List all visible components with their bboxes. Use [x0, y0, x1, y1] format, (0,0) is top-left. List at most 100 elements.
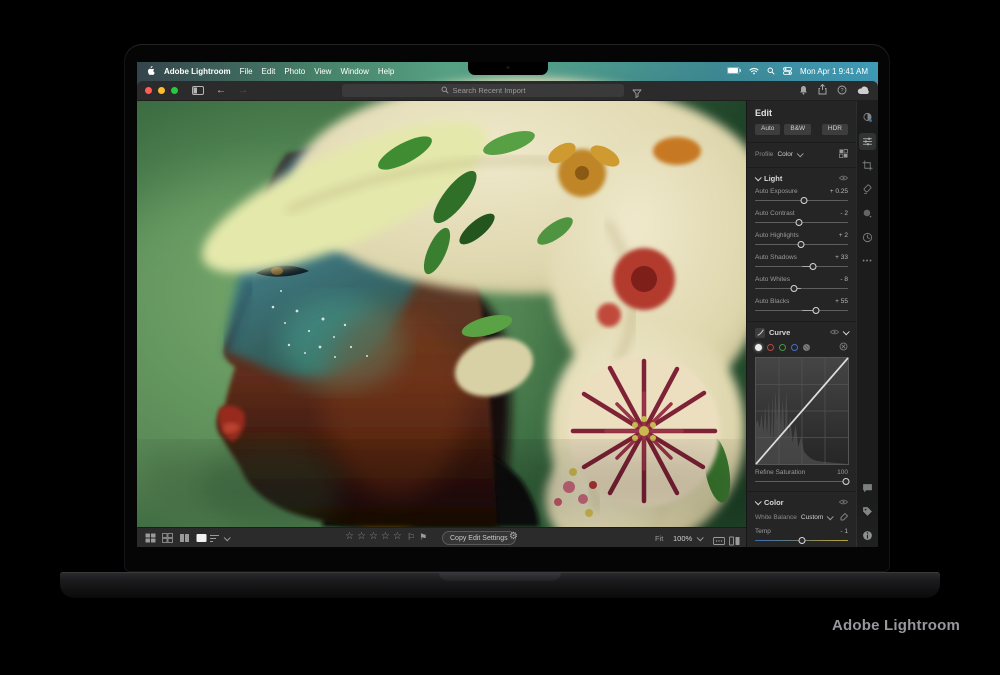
channel-blue-button[interactable] [791, 344, 798, 351]
slider-value: + 2 [839, 232, 848, 239]
edit-settings-gear-icon[interactable]: ⚙ [509, 531, 518, 542]
view-compare-icon[interactable] [179, 533, 190, 543]
view-photo-grid-icon[interactable] [145, 533, 156, 543]
grid-overlay-icon[interactable] [713, 533, 725, 547]
profile-chevron-icon[interactable] [797, 150, 804, 157]
profile-value-dropdown[interactable]: Color [777, 151, 793, 158]
bw-button[interactable]: B&W [784, 124, 811, 135]
curve-visibility-eye-icon[interactable] [830, 328, 839, 337]
filter-icon[interactable] [632, 85, 642, 103]
view-detail-icon[interactable] [196, 533, 207, 543]
auto-shadows-slider[interactable]: Auto Shadows+ 33 [755, 254, 848, 271]
fit-label[interactable]: Fit [655, 534, 663, 543]
control-center-icon[interactable] [783, 67, 792, 77]
pick-flag-icon[interactable]: ⚐ [407, 532, 419, 542]
slider-value: + 55 [835, 298, 848, 305]
reject-flag-icon[interactable]: ⚑ [419, 532, 431, 542]
star-icon[interactable]: ☆ [369, 531, 381, 542]
star-icon[interactable]: ☆ [393, 531, 405, 542]
auto-highlights-slider[interactable]: Auto Highlights+ 2 [755, 232, 848, 249]
traffic-light-minimize[interactable] [158, 87, 165, 94]
refine-saturation-slider[interactable] [755, 477, 848, 486]
apple-logo-icon[interactable] [147, 66, 155, 77]
back-button[interactable]: ← [216, 86, 226, 96]
edit-panel: Edit Auto B&W HDR Profile Color Light [746, 101, 856, 547]
menu-file[interactable]: File [240, 67, 253, 76]
slider-knob[interactable] [797, 241, 804, 248]
spotlight-search-icon[interactable] [767, 67, 775, 77]
white-balance-dropdown[interactable]: Custom [801, 514, 823, 521]
color-section-header[interactable]: Color [755, 498, 848, 507]
auto-blacks-slider[interactable]: Auto Blacks+ 55 [755, 298, 848, 315]
curve-chevron-icon[interactable] [843, 328, 850, 335]
slider-label: Auto Exposure [755, 188, 798, 195]
auto-whites-slider[interactable]: Auto Whites- 8 [755, 276, 848, 293]
sync-cloud-icon[interactable] [857, 82, 870, 100]
wb-chevron-icon[interactable] [827, 513, 834, 520]
notifications-bell-icon[interactable] [799, 82, 808, 100]
channel-rgb-button[interactable] [755, 344, 762, 351]
menu-photo[interactable]: Photo [284, 67, 305, 76]
channel-red-button[interactable] [767, 344, 774, 351]
hdr-button[interactable]: HDR [822, 124, 848, 135]
macbook-base [60, 572, 940, 598]
traffic-light-close[interactable] [145, 87, 152, 94]
sidebar-toggle-icon[interactable] [192, 82, 204, 100]
slider-knob[interactable] [843, 478, 850, 485]
sort-icon[interactable] [209, 534, 229, 543]
app-toolbar: ← → Search Recent Import ? [137, 81, 878, 101]
refine-saturation-label: Refine Saturation [755, 469, 805, 476]
light-section-header[interactable]: Light [755, 174, 848, 183]
star-icon[interactable]: ☆ [345, 531, 357, 542]
menubar-app-name[interactable]: Adobe Lightroom [164, 67, 231, 76]
photo-canvas[interactable] [137, 101, 746, 527]
slider-knob[interactable] [791, 285, 798, 292]
view-square-grid-icon[interactable] [162, 533, 173, 543]
traffic-light-zoom[interactable] [171, 87, 178, 94]
menu-window[interactable]: Window [340, 67, 368, 76]
auto-button[interactable]: Auto [755, 124, 780, 135]
tone-curve-graph[interactable] [755, 357, 849, 465]
curve-section-header[interactable]: Curve [755, 328, 848, 338]
color-collapse-icon[interactable] [755, 498, 762, 505]
wifi-icon[interactable] [749, 67, 759, 77]
color-visibility-eye-icon[interactable] [839, 498, 848, 507]
slider-knob[interactable] [801, 197, 808, 204]
targeted-adjustment-icon[interactable] [839, 342, 848, 353]
star-icon[interactable]: ☆ [357, 531, 369, 542]
star-icon[interactable]: ☆ [381, 531, 393, 542]
help-icon[interactable]: ? [837, 82, 847, 100]
profile-browser-icon[interactable] [839, 149, 848, 160]
light-visibility-eye-icon[interactable] [839, 174, 848, 183]
search-input[interactable]: Search Recent Import [342, 84, 624, 97]
zoom-chevron-icon[interactable] [697, 534, 704, 541]
slider-knob[interactable] [798, 537, 805, 544]
slider-label: Temp [755, 528, 771, 535]
zoom-level[interactable]: 100% [673, 534, 692, 543]
menubar-clock[interactable]: Mon Apr 1 9:41 AM [800, 67, 868, 76]
info-icon[interactable] [859, 527, 876, 544]
auto-exposure-slider[interactable]: Auto Exposure+ 0.25 [755, 188, 848, 205]
share-icon[interactable] [818, 82, 827, 100]
temp-slider[interactable]: Temp- 1 [755, 528, 848, 545]
forward-button[interactable]: → [238, 86, 248, 96]
slider-knob[interactable] [809, 263, 816, 270]
copy-edit-settings-button[interactable]: Copy Edit Settings [442, 531, 516, 545]
slider-knob[interactable] [813, 307, 820, 314]
menu-view[interactable]: View [314, 67, 331, 76]
photo-toolbar: ☆☆☆☆☆ ⚐⚑ Copy Edit Settings ⚙ Fit 100% [137, 527, 746, 547]
slider-knob[interactable] [795, 219, 802, 226]
auto-contrast-slider[interactable]: Auto Contrast- 2 [755, 210, 848, 227]
sort-chevron-icon [224, 534, 231, 541]
slider-label: Auto Shadows [755, 254, 797, 261]
channel-green-button[interactable] [779, 344, 786, 351]
lid-lift-notch [439, 572, 561, 581]
star-rating[interactable]: ☆☆☆☆☆ [345, 531, 405, 542]
menu-help[interactable]: Help [378, 67, 394, 76]
eyedropper-icon[interactable] [840, 513, 848, 523]
menu-edit[interactable]: Edit [262, 67, 276, 76]
battery-icon[interactable] [727, 67, 741, 76]
light-collapse-icon[interactable] [755, 174, 762, 181]
channel-parametric-button[interactable] [803, 344, 810, 351]
before-after-icon[interactable] [729, 533, 740, 547]
